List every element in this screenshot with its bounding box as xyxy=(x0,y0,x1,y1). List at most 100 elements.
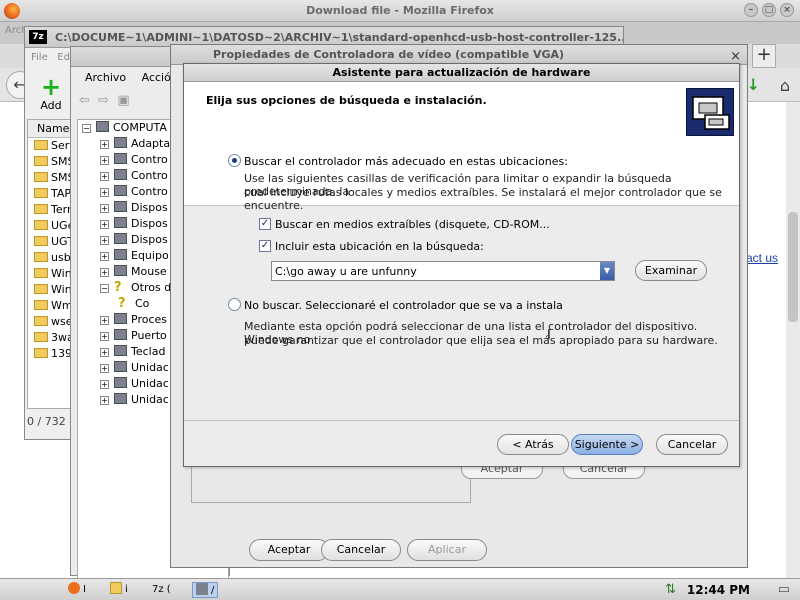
forward-arrow-icon[interactable]: ⇨ xyxy=(98,93,109,108)
option-search-desc-line2: cual incluye rutas locales y medios extr… xyxy=(244,186,722,212)
location-path-input[interactable]: C:\go away u are unfunny ▼ xyxy=(271,261,615,281)
drive-icon xyxy=(114,393,127,404)
firefox-icon xyxy=(68,582,80,594)
add-label: Add xyxy=(40,99,62,112)
device-icon xyxy=(114,169,127,180)
scrollbar-thumb[interactable] xyxy=(788,212,798,322)
hardware-wizard-dialog: Asistente para actualización de hardware… xyxy=(183,63,740,467)
wizard-title: Asistente para actualización de hardware xyxy=(184,64,739,82)
folder-icon xyxy=(34,204,48,214)
browse-button[interactable]: Examinar xyxy=(635,260,707,281)
taskbar-item-devmgr[interactable]: / xyxy=(192,582,219,598)
device-icon xyxy=(114,153,127,164)
minimize-icon[interactable]: – xyxy=(744,3,758,17)
computer-icon xyxy=(196,583,208,595)
unknown-device-icon: ? xyxy=(114,280,122,295)
option-search-label[interactable]: Buscar el controlador más adecuado en es… xyxy=(244,155,568,168)
add-button[interactable]: + Add xyxy=(35,75,67,112)
folder-icon xyxy=(34,156,48,166)
back-arrow-icon[interactable]: ⇦ xyxy=(79,93,90,108)
desktop-icon[interactable]: ▭ xyxy=(778,582,790,597)
expand-icon[interactable]: + xyxy=(100,252,109,261)
next-button[interactable]: Siguiente > xyxy=(571,434,643,455)
keyboard-icon xyxy=(114,345,127,356)
firefox-titlebar: Download file - Mozilla Firefox – □ × xyxy=(0,0,800,22)
option-search-radio[interactable] xyxy=(228,154,241,167)
expand-icon[interactable]: + xyxy=(100,268,109,277)
menu-archivo[interactable]: Archivo xyxy=(85,71,126,84)
firefox-scrollbar[interactable] xyxy=(786,102,800,578)
taskbar-item-folder[interactable]: i xyxy=(110,582,128,598)
folder-icon xyxy=(34,300,48,310)
close-icon[interactable]: × xyxy=(780,3,794,17)
menu-accion[interactable]: Acció xyxy=(142,71,171,84)
sevenzip-icon: 7z xyxy=(29,30,47,44)
folder-icon xyxy=(34,316,48,326)
expand-icon[interactable]: + xyxy=(100,396,109,405)
warning-device-icon: ? xyxy=(118,296,126,311)
expand-icon[interactable]: + xyxy=(100,364,109,373)
collapse-icon[interactable]: − xyxy=(100,284,109,293)
expand-icon[interactable]: + xyxy=(100,140,109,149)
computer-icon xyxy=(96,121,109,132)
file-icon xyxy=(34,348,48,358)
new-tab-button[interactable]: + xyxy=(752,44,776,68)
expand-icon[interactable]: + xyxy=(100,204,109,213)
location-path-value: C:\go away u are unfunny xyxy=(275,265,417,278)
firefox-title: Download file - Mozilla Firefox xyxy=(306,4,494,17)
taskbar: I i 7z ( / 12:44 PM ⇅ ▭ xyxy=(0,578,800,600)
taskbar-item-firefox[interactable]: I xyxy=(68,582,86,598)
download-arrow-icon[interactable]: ↓ xyxy=(747,75,760,94)
expand-icon[interactable]: + xyxy=(100,236,109,245)
device-icon xyxy=(114,137,127,148)
back-button[interactable]: < Atrás xyxy=(497,434,569,455)
add-plus-icon: + xyxy=(40,73,62,101)
option-manual-desc-line2: puede garantizar que el controlador que … xyxy=(244,334,718,347)
home-icon[interactable]: ⌂ xyxy=(780,76,790,95)
device-icon xyxy=(114,217,127,228)
expand-icon[interactable]: + xyxy=(100,188,109,197)
taskbar-item-7zip[interactable]: 7z ( xyxy=(152,582,171,598)
include-location-checkbox[interactable]: ✓ xyxy=(259,240,271,252)
chevron-down-icon[interactable]: ▼ xyxy=(600,262,614,280)
expand-icon[interactable]: + xyxy=(100,348,109,357)
taskbar-clock: 12:44 PM xyxy=(686,583,750,597)
properties-tab-panel xyxy=(191,463,471,503)
properties-title: Propiedades de Controladora de vídeo (co… xyxy=(213,48,565,61)
option-manual-radio[interactable] xyxy=(228,298,241,311)
include-location-label[interactable]: Incluir esta ubicación en la búsqueda: xyxy=(275,240,484,253)
removable-media-checkbox[interactable]: ✓ xyxy=(259,218,271,230)
folder-icon xyxy=(34,268,48,278)
apply-button[interactable]: Aplicar xyxy=(407,539,487,561)
drive-icon xyxy=(114,377,127,388)
expand-icon[interactable]: + xyxy=(100,172,109,181)
expand-icon[interactable]: + xyxy=(100,380,109,389)
maximize-icon[interactable]: □ xyxy=(762,3,776,17)
expand-icon[interactable]: + xyxy=(100,332,109,341)
expand-icon[interactable]: + xyxy=(100,316,109,325)
folder-icon xyxy=(34,252,48,262)
hardware-icon xyxy=(686,88,734,136)
folder-icon xyxy=(34,284,48,294)
expand-icon[interactable]: + xyxy=(100,220,109,229)
folder-icon xyxy=(34,172,48,182)
menu-edit[interactable]: Ed xyxy=(57,52,70,63)
expand-icon[interactable]: + xyxy=(100,156,109,165)
sevenzip-title: C:\DOCUME~1\ADMINI~1\DATOSD~2\ARCHIV~1\s… xyxy=(55,31,623,44)
sevenzip-status: 0 / 732 o xyxy=(27,415,76,428)
device-icon xyxy=(114,313,127,324)
device-icon xyxy=(114,201,127,212)
properties-icon[interactable]: ▣ xyxy=(117,93,129,108)
option-manual-label[interactable]: No buscar. Seleccionaré el controlador q… xyxy=(244,299,563,312)
cancel-button[interactable]: Cancelar xyxy=(321,539,401,561)
mouse-icon xyxy=(114,265,127,276)
device-icon xyxy=(114,329,127,340)
device-icon xyxy=(114,185,127,196)
collapse-icon[interactable]: − xyxy=(82,124,91,133)
accept-button[interactable]: Aceptar xyxy=(249,539,329,561)
cancel-button[interactable]: Cancelar xyxy=(656,434,728,455)
removable-media-label[interactable]: Buscar en medios extraíbles (disquete, C… xyxy=(275,218,550,231)
network-tray-icon[interactable]: ⇅ xyxy=(665,582,676,597)
menu-file[interactable]: File xyxy=(31,52,48,63)
wizard-heading: Elija sus opciones de búsqueda e instala… xyxy=(206,94,487,107)
